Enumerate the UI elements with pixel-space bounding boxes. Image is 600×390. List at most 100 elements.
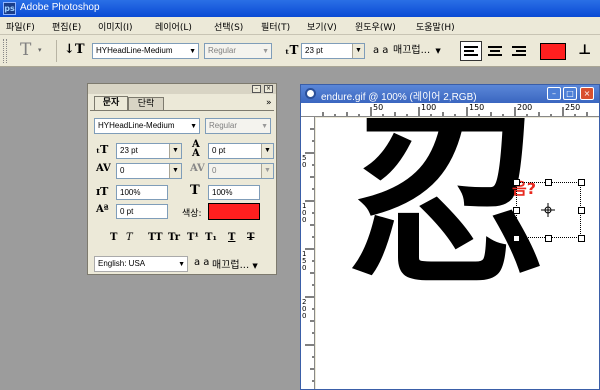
underline-button[interactable]: T bbox=[228, 232, 235, 243]
menu-bar: 파일(F) 편집(E) 이미지(I) 레이어(L) 선택(S) 필터(T) 보기… bbox=[0, 17, 600, 35]
horizontal-scale-icon: T bbox=[190, 183, 200, 198]
dropdown-arrow-icon: ▼ bbox=[178, 261, 185, 268]
anti-alias-icon: a a bbox=[373, 45, 389, 56]
horizontal-ruler-ticks bbox=[322, 107, 588, 116]
separator bbox=[56, 40, 57, 62]
leading-icon: AA bbox=[192, 139, 200, 159]
panel-anti-alias-value: 매끄럽... bbox=[212, 260, 250, 271]
panel-font-size-value: 23 pt bbox=[120, 146, 138, 155]
panel-font-family-value: HYHeadLine-Medium bbox=[98, 121, 175, 130]
panel-color-swatch[interactable] bbox=[208, 203, 260, 220]
transform-handle[interactable] bbox=[545, 179, 552, 186]
text-color-swatch[interactable] bbox=[540, 43, 566, 60]
align-left-button[interactable] bbox=[460, 41, 482, 61]
align-right-button[interactable] bbox=[508, 41, 530, 61]
menu-layer[interactable]: 레이어(L) bbox=[155, 20, 192, 33]
panel-font-style-select[interactable]: Regular ▼ bbox=[205, 118, 271, 134]
vertical-ruler[interactable]: 5 0 1 0 0 1 5 0 2 0 0 bbox=[301, 117, 315, 389]
panel-minimize-button[interactable]: – bbox=[252, 85, 261, 93]
font-family-select[interactable]: HYHeadLine-Medium ▼ bbox=[92, 43, 199, 59]
text-orientation-icon[interactable]: ↓T bbox=[64, 42, 85, 57]
menu-edit[interactable]: 편집(E) bbox=[52, 20, 81, 33]
panel-font-style-value: Regular bbox=[209, 121, 238, 130]
ruler-label: 50 bbox=[373, 103, 384, 112]
dropdown-arrow-icon: ▼ bbox=[189, 48, 196, 55]
ruler-label: 0 bbox=[302, 264, 307, 272]
faux-italic-button[interactable]: T bbox=[126, 232, 133, 243]
dropdown-arrow-icon: ▼ bbox=[252, 262, 258, 270]
leading-select[interactable]: 0 pt ▼ bbox=[208, 143, 274, 159]
subscript-button[interactable]: T₁ bbox=[205, 232, 217, 243]
toolbar-grip[interactable] bbox=[3, 39, 7, 63]
tracking-select[interactable]: 0 ▼ bbox=[208, 163, 274, 179]
horizontal-ruler[interactable]: 50 100 150 200 250 bbox=[301, 103, 599, 117]
transform-center-icon[interactable] bbox=[541, 203, 555, 217]
panel-close-button[interactable]: × bbox=[264, 85, 273, 93]
vertical-scale-field[interactable]: 100% bbox=[116, 185, 168, 200]
transform-handle[interactable] bbox=[513, 207, 520, 214]
font-size-value: 23 pt bbox=[305, 46, 323, 55]
menu-window[interactable]: 윈도우(W) bbox=[355, 20, 396, 33]
dropdown-arrow-icon: ▼ bbox=[262, 48, 269, 55]
tab-divider bbox=[90, 110, 274, 111]
tab-paragraph[interactable]: 단락 bbox=[128, 97, 164, 111]
menu-view[interactable]: 보기(V) bbox=[307, 20, 337, 33]
baseline-shift-field[interactable]: 0 pt bbox=[116, 204, 168, 219]
panel-menu-icon[interactable]: » bbox=[266, 98, 272, 108]
font-style-select[interactable]: Regular ▼ bbox=[204, 43, 272, 59]
menu-select[interactable]: 선택(S) bbox=[214, 20, 243, 33]
menu-help[interactable]: 도움말(H) bbox=[416, 20, 455, 33]
kerning-icon: AV bbox=[96, 163, 111, 174]
transform-handle[interactable] bbox=[578, 179, 585, 186]
document-title-bar[interactable]: endure.gif @ 100% (레이어 2,RGB) – □ × bbox=[301, 85, 599, 103]
close-button[interactable]: × bbox=[580, 87, 594, 100]
ruler-label: 0 bbox=[302, 161, 307, 169]
transform-handle[interactable] bbox=[513, 179, 520, 186]
menu-image[interactable]: 이미지(I) bbox=[98, 20, 133, 33]
maximize-button[interactable]: □ bbox=[563, 87, 577, 100]
tool-preset-arrow-icon[interactable]: ▾ bbox=[38, 46, 42, 54]
transform-handle[interactable] bbox=[578, 207, 585, 214]
ruler-label: 200 bbox=[517, 103, 533, 112]
panel-font-family-select[interactable]: HYHeadLine-Medium ▼ bbox=[94, 118, 200, 134]
horizontal-scale-field[interactable]: 100% bbox=[208, 185, 260, 200]
language-value: English: USA bbox=[98, 259, 146, 268]
options-bar: T ▾ ↓T HYHeadLine-Medium ▼ Regular ▼ ₜT … bbox=[0, 35, 600, 67]
dropdown-arrow-icon: ▼ bbox=[169, 164, 181, 178]
language-select[interactable]: English: USA ▼ bbox=[94, 256, 188, 272]
ruler-label: 150 bbox=[469, 103, 485, 112]
font-family-value: HYHeadLine-Medium bbox=[96, 46, 173, 55]
document-window: endure.gif @ 100% (레이어 2,RGB) – □ × 50 1… bbox=[300, 84, 600, 390]
panel-header[interactable] bbox=[88, 84, 276, 94]
kerning-value: 0 bbox=[120, 166, 125, 175]
strikethrough-button[interactable]: T bbox=[247, 232, 254, 243]
ruler-label: 250 bbox=[565, 103, 581, 112]
window-title: Adobe Photoshop bbox=[20, 2, 100, 13]
vertical-scale-icon: ɪT bbox=[96, 185, 109, 198]
dropdown-arrow-icon: ▼ bbox=[261, 164, 273, 178]
transform-handle[interactable] bbox=[545, 235, 552, 242]
document-title: endure.gif @ 100% (레이어 2,RGB) bbox=[321, 92, 477, 103]
superscript-button[interactable]: T¹ bbox=[187, 232, 199, 243]
menu-file[interactable]: 파일(F) bbox=[6, 20, 35, 33]
faux-bold-button[interactable]: T bbox=[110, 232, 117, 243]
transform-handle[interactable] bbox=[578, 235, 585, 242]
menu-filter[interactable]: 필터(T) bbox=[261, 20, 290, 33]
tab-character[interactable]: 문자 bbox=[94, 96, 128, 110]
document-canvas[interactable]: 忍 음? bbox=[316, 118, 599, 389]
text-tool-icon[interactable]: T bbox=[20, 40, 31, 60]
transform-handle[interactable] bbox=[513, 235, 520, 242]
minimize-button[interactable]: – bbox=[547, 87, 561, 100]
photoshop-logo-icon: ps bbox=[3, 2, 16, 15]
warp-text-icon[interactable]: ⊥ bbox=[578, 42, 591, 58]
small-caps-button[interactable]: Tr bbox=[168, 232, 180, 243]
panel-anti-alias-select[interactable]: 매끄럽... ▼ bbox=[212, 256, 258, 271]
font-size-select[interactable]: 23 pt ▼ bbox=[301, 43, 365, 59]
panel-font-size-select[interactable]: 23 pt ▼ bbox=[116, 143, 182, 159]
anti-alias-select[interactable]: 매끄럽... ▼ bbox=[393, 43, 451, 59]
all-caps-button[interactable]: TT bbox=[148, 232, 163, 243]
font-style-value: Regular bbox=[208, 46, 237, 55]
anti-alias-icon: a a bbox=[194, 257, 210, 268]
align-center-button[interactable] bbox=[484, 41, 506, 61]
kerning-select[interactable]: 0 ▼ bbox=[116, 163, 182, 179]
